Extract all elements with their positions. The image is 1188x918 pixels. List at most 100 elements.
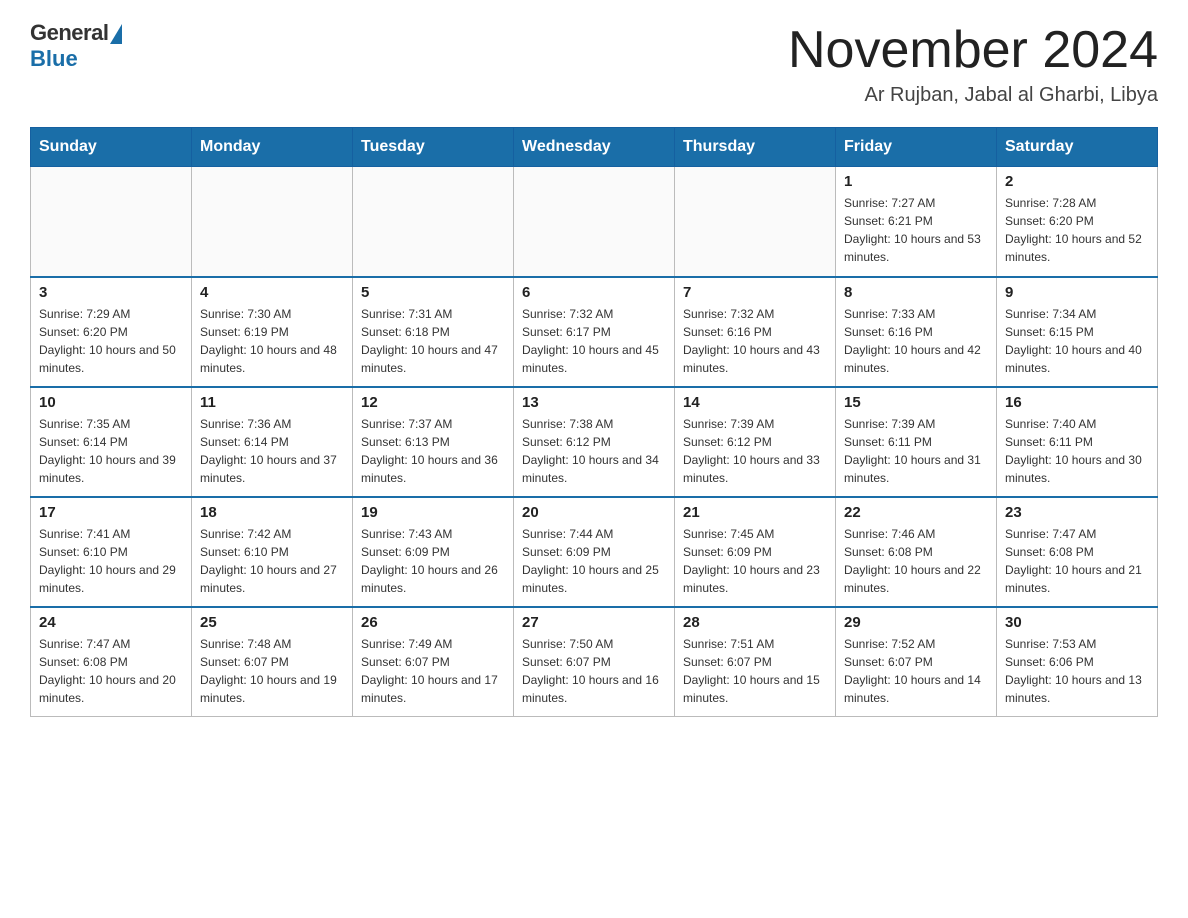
day-info: Sunrise: 7:27 AMSunset: 6:21 PMDaylight:… xyxy=(844,194,988,266)
table-row: 11 Sunrise: 7:36 AMSunset: 6:14 PMDayligh… xyxy=(192,387,353,497)
day-number: 4 xyxy=(200,284,344,301)
day-info: Sunrise: 7:28 AMSunset: 6:20 PMDaylight:… xyxy=(1005,194,1149,266)
day-number: 10 xyxy=(39,394,183,411)
table-row: 24 Sunrise: 7:47 AMSunset: 6:08 PMDayligh… xyxy=(31,607,192,717)
day-info: Sunrise: 7:37 AMSunset: 6:13 PMDaylight:… xyxy=(361,415,505,487)
header-sunday: Sunday xyxy=(31,128,192,167)
day-info: Sunrise: 7:47 AMSunset: 6:08 PMDaylight:… xyxy=(1005,525,1149,597)
day-info: Sunrise: 7:33 AMSunset: 6:16 PMDaylight:… xyxy=(844,305,988,377)
day-number: 15 xyxy=(844,394,988,411)
table-row: 20Sunrise: 7:44 AMSunset: 6:09 PMDayligh… xyxy=(514,497,675,607)
header-wednesday: Wednesday xyxy=(514,128,675,167)
table-row: 9 Sunrise: 7:34 AMSunset: 6:15 PMDaylight… xyxy=(997,277,1158,387)
table-row: 15 Sunrise: 7:39 AMSunset: 6:11 PMDayligh… xyxy=(836,387,997,497)
table-row: 1 Sunrise: 7:27 AMSunset: 6:21 PMDaylight… xyxy=(836,167,997,277)
day-number: 20 xyxy=(522,504,666,521)
day-info: Sunrise: 7:42 AMSunset: 6:10 PMDaylight:… xyxy=(200,525,344,597)
table-row: 8 Sunrise: 7:33 AMSunset: 6:16 PMDaylight… xyxy=(836,277,997,387)
header-saturday: Saturday xyxy=(997,128,1158,167)
month-title: November 2024 xyxy=(788,20,1158,80)
day-number: 19 xyxy=(361,504,505,521)
day-info: Sunrise: 7:34 AMSunset: 6:15 PMDaylight:… xyxy=(1005,305,1149,377)
day-info: Sunrise: 7:41 AMSunset: 6:10 PMDaylight:… xyxy=(39,525,183,597)
page-header: General Blue November 2024 Ar Rujban, Ja… xyxy=(30,20,1158,107)
day-number: 14 xyxy=(683,394,827,411)
day-info: Sunrise: 7:49 AMSunset: 6:07 PMDaylight:… xyxy=(361,635,505,707)
table-row: 16 Sunrise: 7:40 AMSunset: 6:11 PMDayligh… xyxy=(997,387,1158,497)
day-number: 7 xyxy=(683,284,827,301)
day-info: Sunrise: 7:45 AMSunset: 6:09 PMDaylight:… xyxy=(683,525,827,597)
day-info: Sunrise: 7:29 AMSunset: 6:20 PMDaylight:… xyxy=(39,305,183,377)
table-row xyxy=(675,167,836,277)
day-number: 11 xyxy=(200,394,344,411)
day-info: Sunrise: 7:46 AMSunset: 6:08 PMDaylight:… xyxy=(844,525,988,597)
table-row: 23 Sunrise: 7:47 AMSunset: 6:08 PMDayligh… xyxy=(997,497,1158,607)
day-info: Sunrise: 7:43 AMSunset: 6:09 PMDaylight:… xyxy=(361,525,505,597)
table-row: 2Sunrise: 7:28 AMSunset: 6:20 PMDaylight… xyxy=(997,167,1158,277)
table-row: 27 Sunrise: 7:50 AMSunset: 6:07 PMDayligh… xyxy=(514,607,675,717)
day-number: 1 xyxy=(844,173,988,190)
table-row: 19 Sunrise: 7:43 AMSunset: 6:09 PMDayligh… xyxy=(353,497,514,607)
day-number: 16 xyxy=(1005,394,1149,411)
day-info: Sunrise: 7:52 AMSunset: 6:07 PMDaylight:… xyxy=(844,635,988,707)
day-info: Sunrise: 7:30 AMSunset: 6:19 PMDaylight:… xyxy=(200,305,344,377)
day-number: 26 xyxy=(361,614,505,631)
day-number: 22 xyxy=(844,504,988,521)
table-row: 14 Sunrise: 7:39 AMSunset: 6:12 PMDayligh… xyxy=(675,387,836,497)
day-number: 25 xyxy=(200,614,344,631)
day-number: 3 xyxy=(39,284,183,301)
day-info: Sunrise: 7:51 AMSunset: 6:07 PMDaylight:… xyxy=(683,635,827,707)
logo-triangle-icon xyxy=(110,24,122,44)
table-row: 12 Sunrise: 7:37 AMSunset: 6:13 PMDayligh… xyxy=(353,387,514,497)
table-row xyxy=(514,167,675,277)
day-info: Sunrise: 7:47 AMSunset: 6:08 PMDaylight:… xyxy=(39,635,183,707)
day-info: Sunrise: 7:50 AMSunset: 6:07 PMDaylight:… xyxy=(522,635,666,707)
calendar-header-row: Sunday Monday Tuesday Wednesday Thursday… xyxy=(31,128,1158,167)
table-row: 6Sunrise: 7:32 AMSunset: 6:17 PMDaylight… xyxy=(514,277,675,387)
table-row: 18 Sunrise: 7:42 AMSunset: 6:10 PMDayligh… xyxy=(192,497,353,607)
table-row: 17Sunrise: 7:41 AMSunset: 6:10 PMDayligh… xyxy=(31,497,192,607)
logo-top: General xyxy=(30,20,122,46)
day-info: Sunrise: 7:38 AMSunset: 6:12 PMDaylight:… xyxy=(522,415,666,487)
table-row: 10 Sunrise: 7:35 AMSunset: 6:14 PMDayligh… xyxy=(31,387,192,497)
calendar-week-4: 17Sunrise: 7:41 AMSunset: 6:10 PMDayligh… xyxy=(31,497,1158,607)
day-info: Sunrise: 7:39 AMSunset: 6:12 PMDaylight:… xyxy=(683,415,827,487)
calendar-week-3: 10 Sunrise: 7:35 AMSunset: 6:14 PMDayligh… xyxy=(31,387,1158,497)
day-number: 13 xyxy=(522,394,666,411)
location-text: Ar Rujban, Jabal al Gharbi, Libya xyxy=(788,84,1158,107)
logo-general-text: General xyxy=(30,20,108,46)
day-number: 29 xyxy=(844,614,988,631)
day-info: Sunrise: 7:36 AMSunset: 6:14 PMDaylight:… xyxy=(200,415,344,487)
day-number: 18 xyxy=(200,504,344,521)
day-number: 6 xyxy=(522,284,666,301)
day-number: 9 xyxy=(1005,284,1149,301)
header-thursday: Thursday xyxy=(675,128,836,167)
day-info: Sunrise: 7:40 AMSunset: 6:11 PMDaylight:… xyxy=(1005,415,1149,487)
day-number: 8 xyxy=(844,284,988,301)
day-info: Sunrise: 7:31 AMSunset: 6:18 PMDaylight:… xyxy=(361,305,505,377)
table-row: 29 Sunrise: 7:52 AMSunset: 6:07 PMDayligh… xyxy=(836,607,997,717)
title-section: November 2024 Ar Rujban, Jabal al Gharbi… xyxy=(788,20,1158,107)
day-number: 23 xyxy=(1005,504,1149,521)
table-row: 30 Sunrise: 7:53 AMSunset: 6:06 PMDayligh… xyxy=(997,607,1158,717)
day-info: Sunrise: 7:48 AMSunset: 6:07 PMDaylight:… xyxy=(200,635,344,707)
calendar-table: Sunday Monday Tuesday Wednesday Thursday… xyxy=(30,127,1158,717)
day-info: Sunrise: 7:53 AMSunset: 6:06 PMDaylight:… xyxy=(1005,635,1149,707)
day-number: 30 xyxy=(1005,614,1149,631)
header-monday: Monday xyxy=(192,128,353,167)
day-number: 27 xyxy=(522,614,666,631)
table-row: 22 Sunrise: 7:46 AMSunset: 6:08 PMDayligh… xyxy=(836,497,997,607)
table-row: 28Sunrise: 7:51 AMSunset: 6:07 PMDayligh… xyxy=(675,607,836,717)
day-info: Sunrise: 7:32 AMSunset: 6:16 PMDaylight:… xyxy=(683,305,827,377)
table-row: 21 Sunrise: 7:45 AMSunset: 6:09 PMDayligh… xyxy=(675,497,836,607)
day-number: 12 xyxy=(361,394,505,411)
table-row xyxy=(192,167,353,277)
table-row: 26 Sunrise: 7:49 AMSunset: 6:07 PMDayligh… xyxy=(353,607,514,717)
day-number: 21 xyxy=(683,504,827,521)
table-row xyxy=(31,167,192,277)
table-row: 7 Sunrise: 7:32 AMSunset: 6:16 PMDaylight… xyxy=(675,277,836,387)
day-number: 24 xyxy=(39,614,183,631)
day-info: Sunrise: 7:39 AMSunset: 6:11 PMDaylight:… xyxy=(844,415,988,487)
day-info: Sunrise: 7:35 AMSunset: 6:14 PMDaylight:… xyxy=(39,415,183,487)
logo-blue-text: Blue xyxy=(30,46,78,72)
